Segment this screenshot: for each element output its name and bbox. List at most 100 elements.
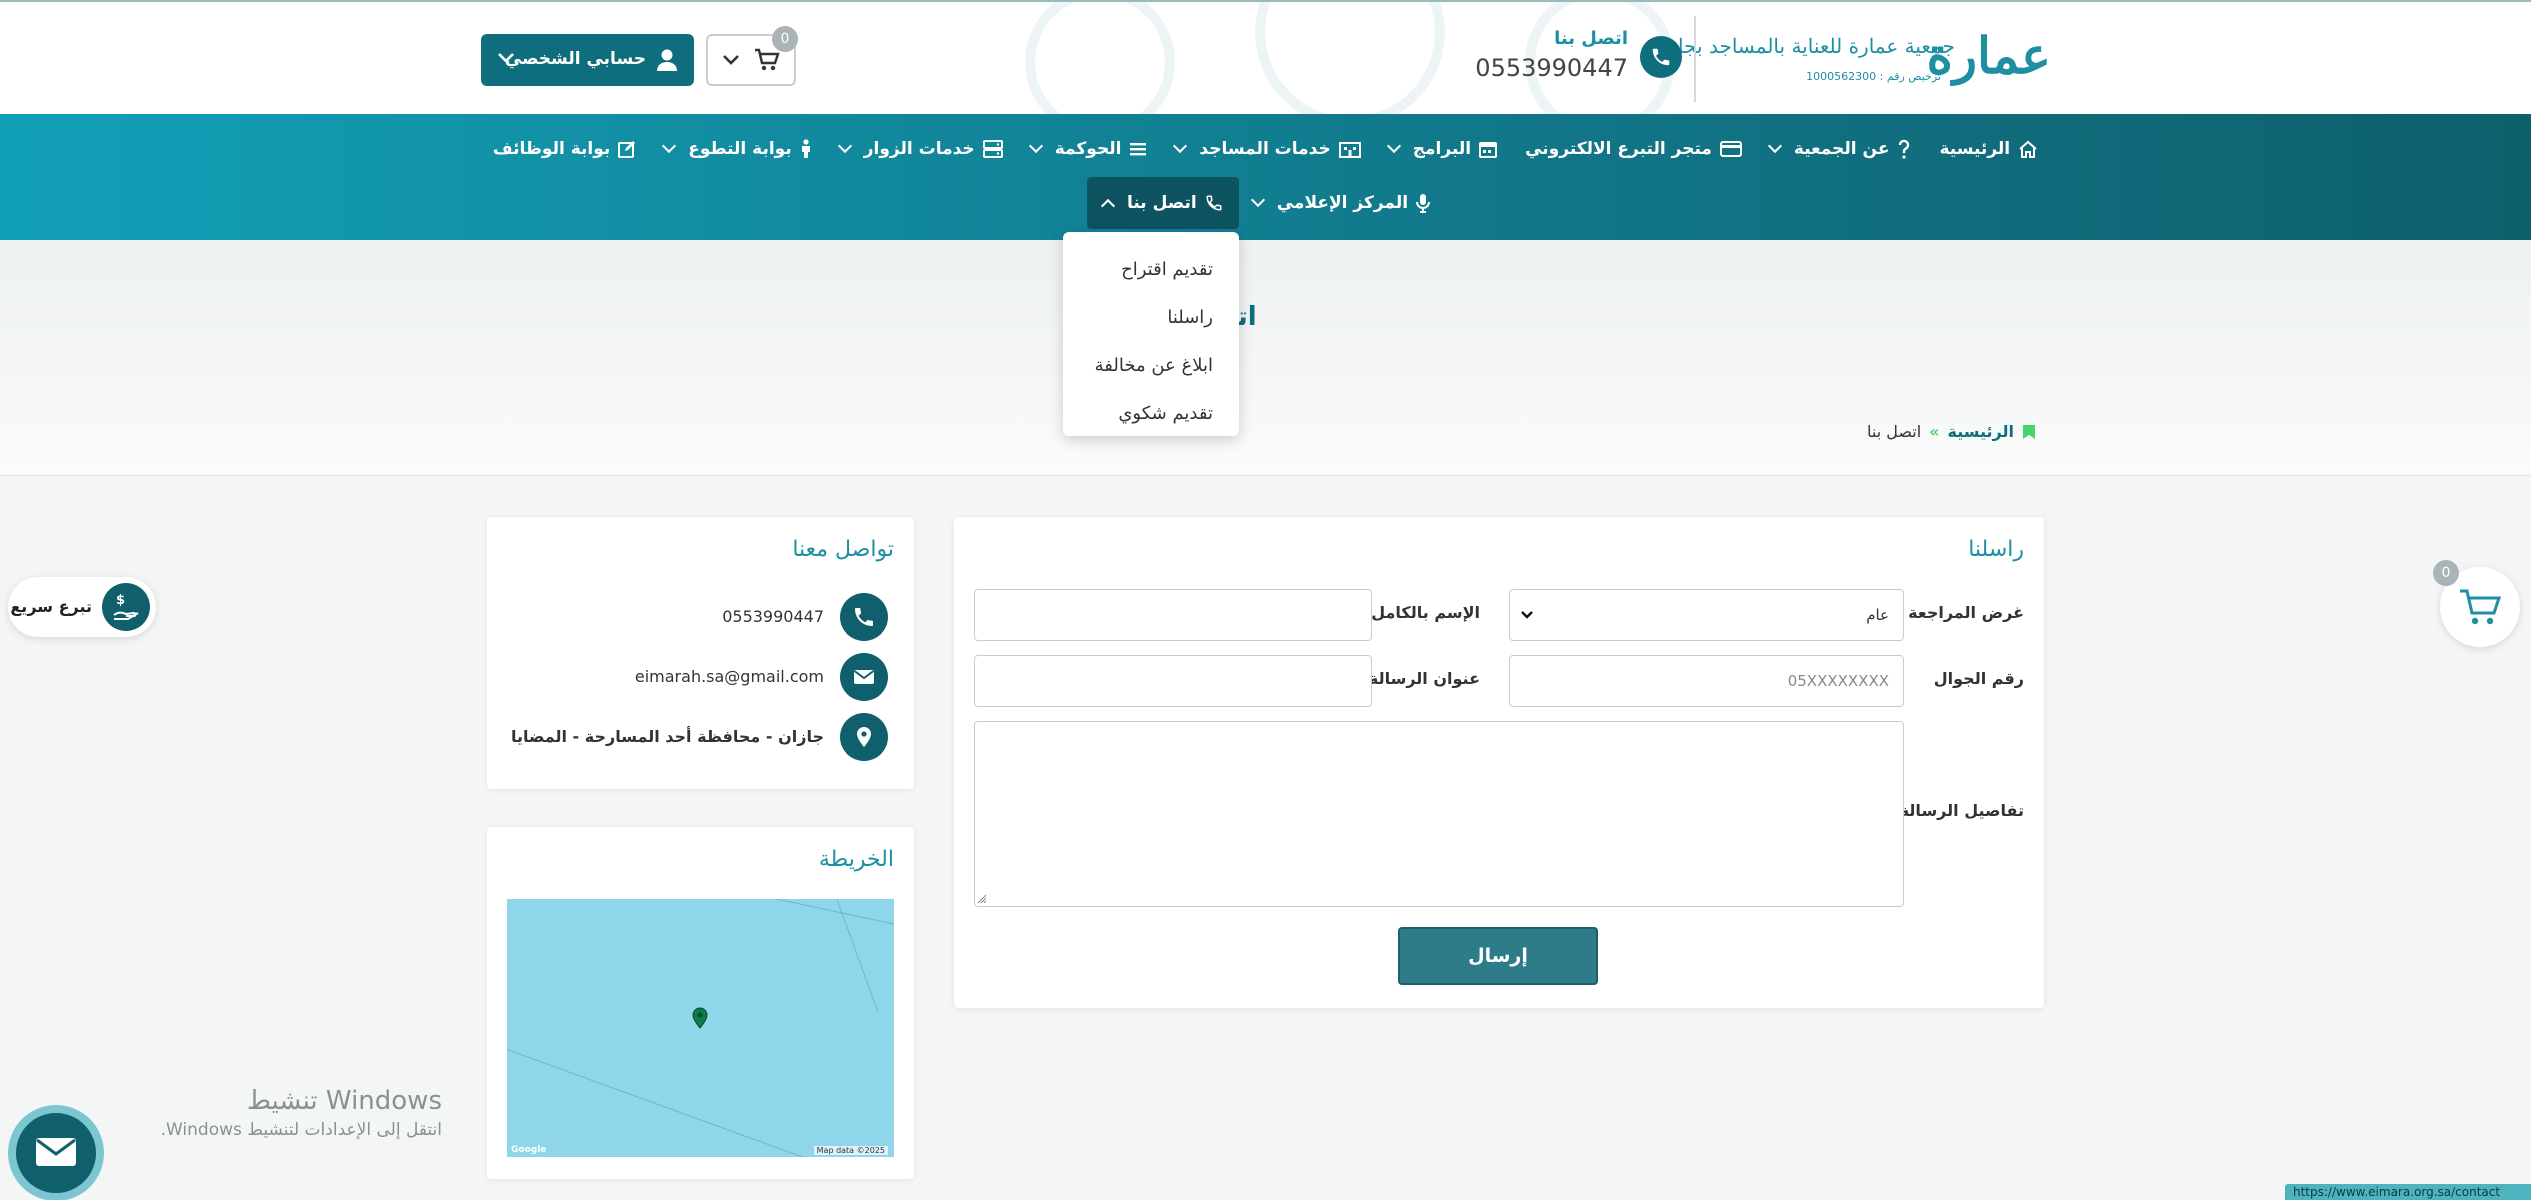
home-icon	[2019, 140, 2037, 158]
nav-item-label: بوابة الوظائف	[492, 139, 611, 159]
windows-activation-watermark: تنشيط Windows انتقل إلى الإعدادات لتنشيط…	[122, 1086, 442, 1140]
edit-icon	[618, 141, 636, 158]
phone-icon	[1206, 195, 1222, 211]
header-divider	[1694, 16, 1696, 102]
donate-hand-icon: $	[102, 583, 150, 631]
site-header: عمارة جمعية عمارة للعناية بالمساجد بجازا…	[0, 0, 2531, 116]
chevron-down-icon	[1767, 138, 1782, 154]
nav-item-label: اتصل بنا	[1126, 193, 1197, 213]
purpose-label: غرض المراجعة	[1908, 603, 2024, 622]
windows-activation-subtitle: انتقل إلى الإعدادات لتنشيط Windows.	[160, 1120, 442, 1140]
dropdown-item-complaint[interactable]: تقديم شكوي	[1063, 390, 1239, 438]
dropdown-item-report-violation[interactable]: ابلاغ عن مخالفة	[1063, 342, 1239, 390]
breadcrumb-current: اتصل بنا	[1867, 422, 1922, 441]
full-name-input[interactable]	[974, 589, 1372, 641]
nav-item-label: البرامج	[1412, 139, 1472, 159]
user-icon	[657, 49, 677, 71]
header-phone-icon[interactable]	[1640, 36, 1682, 78]
chevron-down-icon	[837, 138, 852, 154]
nav-item-label: خدمات المساجد	[1199, 139, 1331, 159]
quick-donate-button[interactable]: $ تبرع سريع	[8, 577, 156, 637]
envelope-icon	[36, 1138, 76, 1166]
submit-button[interactable]: إرسال	[1398, 927, 1598, 985]
contact-phone-row[interactable]: 0553990447	[508, 593, 888, 641]
map-credit[interactable]: Map data ©2025	[813, 1146, 888, 1155]
nav-item-visitor-services[interactable]: خدمات الزوار	[826, 132, 1017, 166]
map-road	[709, 899, 894, 927]
header-cart-count: 0	[772, 26, 798, 52]
chevron-up-icon	[1100, 198, 1116, 214]
nav-item-volunteer-portal[interactable]: بوابة التطوع	[650, 132, 825, 166]
chevron-down-icon	[1386, 138, 1401, 154]
resize-grip-icon[interactable]	[977, 894, 987, 904]
message-form-card: راسلنا غرض المراجعة عام الإسم بالكامل رق…	[954, 517, 2044, 1008]
chevron-down-icon	[1028, 138, 1043, 154]
breadcrumb-home[interactable]: الرئيسية	[1948, 422, 2015, 441]
location-pin-icon	[840, 713, 888, 761]
mobile-label: رقم الجوال	[1933, 669, 2024, 688]
contact-address-row: جازان - محافظة أحد المسارحة - المضايا	[508, 713, 888, 761]
chevron-down-icon	[662, 138, 677, 154]
nav-item-donation-store[interactable]: متجر التبرع الالكتروني	[1511, 132, 1756, 166]
calendar-icon	[1479, 142, 1498, 158]
map-card: الخريطة Google Map data ©2025	[487, 827, 914, 1179]
site-logo[interactable]: عمارة جمعية عمارة للعناية بالمساجد بجازا…	[1648, 26, 2051, 92]
full-name-label: الإسم بالكامل	[1371, 603, 1480, 622]
quick-donate-label: تبرع سريع	[10, 597, 92, 616]
breadcrumb: الرئيسية » اتصل بنا	[1867, 422, 2036, 441]
nav-item-programs[interactable]: البرامج	[1375, 132, 1511, 166]
map-road	[507, 1049, 894, 1157]
nav-item-label: عن الجمعية	[1793, 139, 1890, 159]
map-pin-icon[interactable]	[692, 1007, 708, 1029]
microphone-icon	[1416, 194, 1431, 213]
nav-item-label: بوابة التطوع	[688, 139, 792, 159]
svg-text:$: $	[116, 593, 125, 608]
header-contact-phone[interactable]: 0553990447	[1475, 54, 1628, 82]
nav-item-home[interactable]: الرئيسية	[1925, 132, 2052, 166]
list-icon	[1130, 143, 1147, 156]
nav-item-label: الحوكمة	[1054, 139, 1122, 159]
nav-item-jobs-portal[interactable]: بوابة الوظائف	[479, 132, 650, 166]
chat-button[interactable]	[8, 1105, 104, 1200]
contact-card-title: تواصل معنا	[792, 537, 894, 562]
dropdown-item-message-us[interactable]: راسلنا	[1063, 294, 1239, 342]
status-bar-url: https://www.eimara.org.sa/contact	[2285, 1184, 2531, 1200]
server-icon	[982, 140, 1003, 158]
contact-dropdown-menu: تقديم اقتراح راسلنا ابلاغ عن مخالفة تقدي…	[1063, 232, 1239, 436]
building-icon	[1338, 142, 1361, 158]
purpose-select[interactable]: عام	[1509, 589, 1904, 641]
chevron-down-icon	[1250, 192, 1265, 208]
nav-item-contact-us[interactable]: اتصل بنا	[1086, 177, 1239, 229]
nav-item-media-center[interactable]: المركز الإعلامي	[1239, 186, 1444, 220]
embedded-map[interactable]: Google Map data ©2025	[507, 899, 894, 1157]
nav-item-governance[interactable]: الحوكمة	[1017, 132, 1162, 166]
account-button[interactable]: حسابي الشخصي	[481, 34, 694, 86]
subject-label: عنوان الرسالة	[1368, 669, 1480, 688]
email-icon	[840, 653, 888, 701]
nav-row-primary: الرئيسية عن الجمعية متجر التبرع الالكترو…	[0, 132, 2531, 166]
bookmark-icon	[2023, 424, 2035, 439]
details-textarea[interactable]	[974, 721, 1904, 907]
breadcrumb-separator: »	[1929, 422, 1940, 441]
chevron-down-icon	[723, 55, 739, 65]
mobile-input[interactable]: 05XXXXXXXX	[1509, 655, 1904, 707]
subject-input[interactable]	[974, 655, 1372, 707]
nav-item-label: خدمات الزوار	[863, 139, 975, 159]
contact-email: eimarah.sa@gmail.com	[634, 667, 824, 686]
windows-activation-title: تنشيط Windows	[246, 1086, 442, 1116]
mobile-placeholder: 05XXXXXXXX	[1787, 672, 1889, 690]
map-card-title: الخريطة	[818, 847, 894, 872]
nav-item-mosque-services[interactable]: خدمات المساجد	[1161, 132, 1374, 166]
dropdown-item-suggestion[interactable]: تقديم اقتراح	[1063, 246, 1239, 294]
main-navigation: الرئيسية عن الجمعية متجر التبرع الالكترو…	[0, 114, 2531, 240]
purpose-selected-value: عام	[1866, 606, 1889, 624]
question-icon	[1899, 139, 1910, 159]
chevron-down-icon	[1521, 611, 1533, 619]
nav-item-about[interactable]: عن الجمعية	[1756, 132, 1926, 166]
person-icon	[801, 139, 810, 158]
phone-icon	[840, 593, 888, 641]
header-contact-label[interactable]: اتصل بنا	[1490, 28, 1628, 49]
nav-item-label: الرئيسية	[1939, 139, 2011, 159]
contact-email-row[interactable]: eimarah.sa@gmail.com	[508, 653, 888, 701]
cart-icon	[755, 48, 780, 71]
